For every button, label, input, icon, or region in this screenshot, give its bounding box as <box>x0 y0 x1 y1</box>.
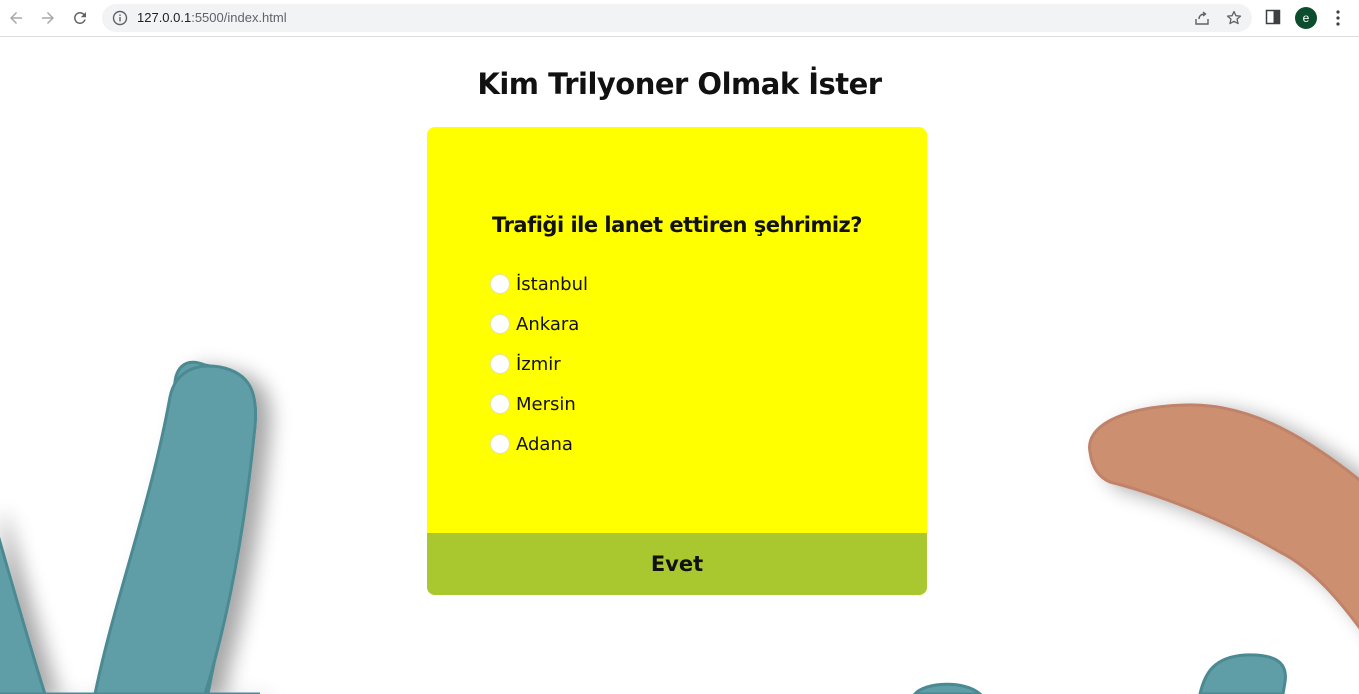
answer-option-izmir[interactable]: İzmir <box>490 344 588 384</box>
answer-option-ankara[interactable]: Ankara <box>490 304 588 344</box>
side-panel-icon[interactable] <box>1265 9 1281 25</box>
star-icon[interactable] <box>1226 10 1242 26</box>
info-icon[interactable] <box>112 10 128 26</box>
teal-bump-shape <box>1198 653 1287 694</box>
radio-button[interactable] <box>490 274 510 294</box>
tan-finger-shape <box>1088 403 1359 630</box>
answer-label: Ankara <box>516 313 580 335</box>
answer-label: İzmir <box>516 353 561 375</box>
address-bar[interactable]: 127.0.0.1:5500/index.html <box>102 4 1252 32</box>
radio-button[interactable] <box>490 394 510 414</box>
radio-button[interactable] <box>490 434 510 454</box>
answer-label: Adana <box>516 433 573 455</box>
url-path: :5500/index.html <box>191 10 287 25</box>
share-icon[interactable] <box>1194 10 1210 26</box>
radio-button[interactable] <box>490 314 510 334</box>
reload-icon[interactable] <box>68 6 92 30</box>
forward-arrow-icon[interactable] <box>36 6 60 30</box>
answer-option-istanbul[interactable]: İstanbul <box>490 264 588 304</box>
radio-button[interactable] <box>490 354 510 374</box>
kebab-menu-icon[interactable] <box>1330 9 1346 27</box>
answer-list: İstanbul Ankara İzmir Mersin Adana <box>490 264 588 464</box>
page-viewport: Kim Trilyoner Olmak İster Trafiği ile la… <box>0 37 1359 694</box>
browser-toolbar: 127.0.0.1:5500/index.html e <box>0 0 1359 37</box>
page-title: Kim Trilyoner Olmak İster <box>477 67 882 101</box>
question-text: Trafiği ile lanet ettiren şehrimiz? <box>492 213 862 237</box>
answer-option-mersin[interactable]: Mersin <box>490 384 588 424</box>
teal-bump-shape <box>913 682 983 694</box>
answer-label: Mersin <box>516 393 576 415</box>
url-host: 127.0.0.1 <box>137 10 192 25</box>
submit-button[interactable]: Evet <box>427 533 927 595</box>
quiz-card: Trafiği ile lanet ettiren şehrimiz? İsta… <box>427 127 927 595</box>
back-arrow-icon[interactable] <box>4 6 28 30</box>
url-text[interactable]: 127.0.0.1:5500/index.html <box>137 10 287 25</box>
teal-finger-shape <box>0 360 260 694</box>
profile-avatar[interactable]: e <box>1295 7 1317 29</box>
answer-label: İstanbul <box>516 273 589 295</box>
answer-option-adana[interactable]: Adana <box>490 424 588 464</box>
